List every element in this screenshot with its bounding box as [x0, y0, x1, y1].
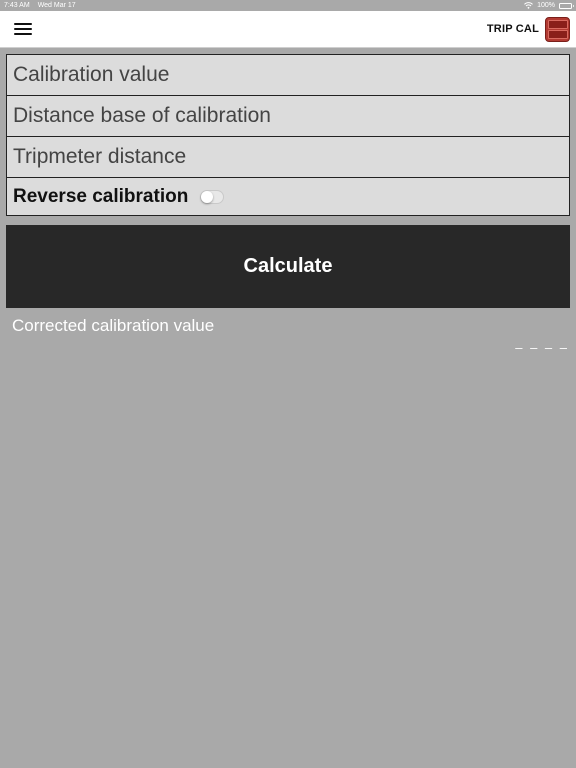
app-title: TRIP CAL [486, 23, 539, 35]
status-date: Wed Mar 17 [37, 2, 76, 9]
calculate-button[interactable]: Calculate [6, 225, 570, 308]
result-value: – – – – [515, 340, 569, 355]
battery-icon [559, 2, 574, 9]
reverse-calibration-label: Reverse calibration [13, 185, 189, 207]
nav-right: TRIP CAL [486, 16, 570, 42]
reverse-calibration-row: Reverse calibration [7, 178, 569, 215]
distance-base-row [7, 96, 569, 136]
tripmeter-distance-input[interactable] [13, 137, 563, 177]
calibration-form: Reverse calibration [6, 54, 570, 216]
result-label: Corrected calibration value [12, 316, 215, 335]
calibration-value-input[interactable] [13, 55, 563, 95]
hamburger-icon[interactable] [14, 22, 32, 36]
status-right: 100% [524, 2, 574, 9]
status-bar: 7:43 AM Wed Mar 17 100% [0, 0, 576, 11]
app-logo-icon [545, 16, 570, 42]
toggle-knob [201, 190, 214, 203]
status-time: 7:43 AM [4, 2, 30, 9]
status-left: 7:43 AM Wed Mar 17 [4, 2, 76, 9]
nav-bar: TRIP CAL [0, 11, 576, 48]
battery-percent: 100% [537, 2, 555, 9]
tripmeter-distance-row [7, 137, 569, 177]
distance-base-input[interactable] [13, 96, 563, 136]
reverse-calibration-toggle[interactable] [200, 189, 225, 204]
calibration-value-row [7, 55, 569, 95]
wifi-icon [524, 2, 533, 9]
